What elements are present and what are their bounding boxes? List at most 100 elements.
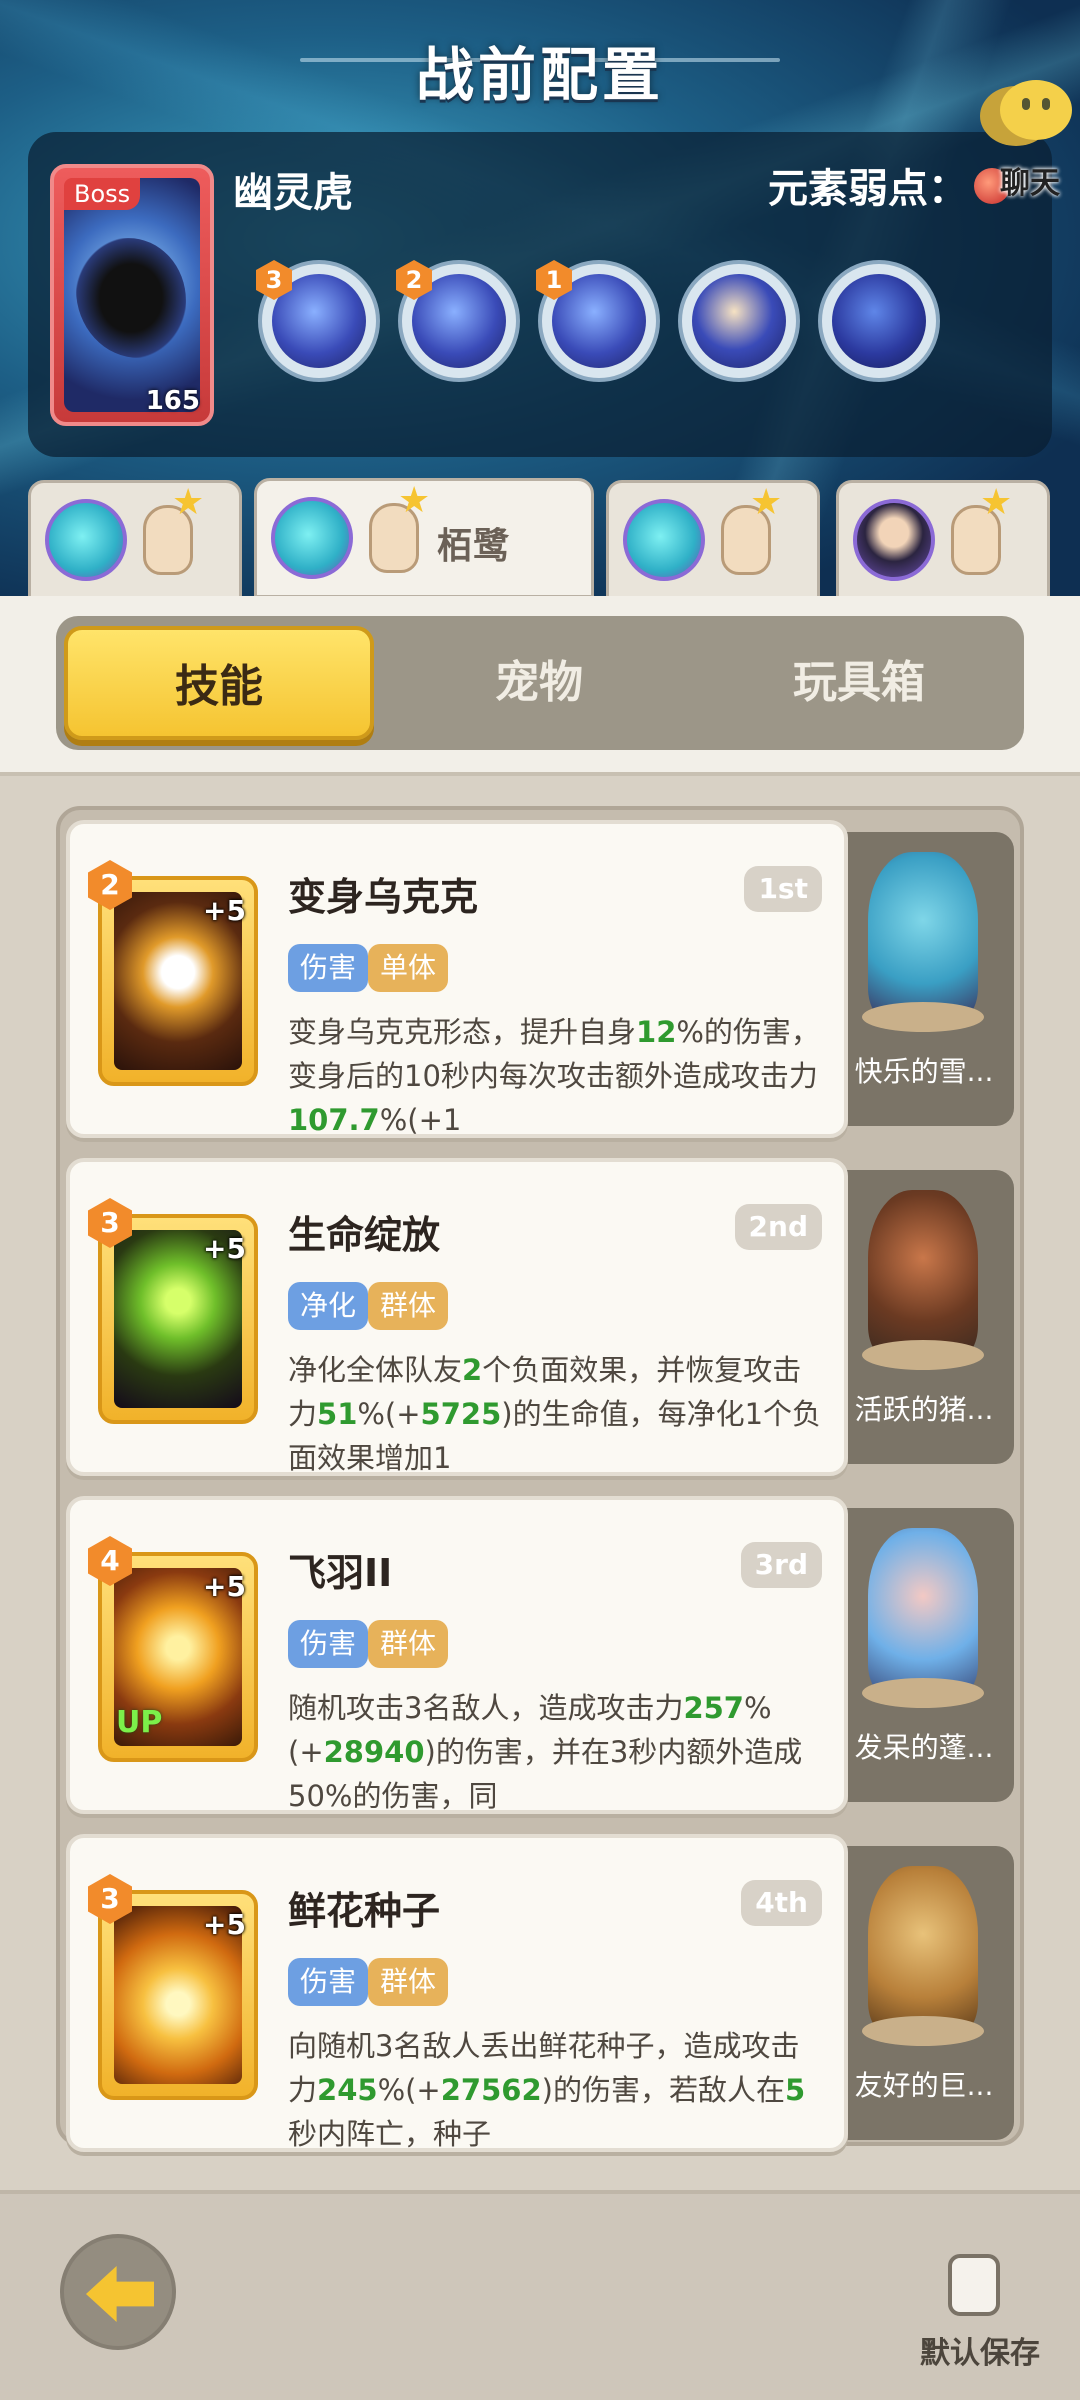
hero-tab-4[interactable]	[836, 480, 1050, 600]
skill-rank: 3rd	[740, 1542, 822, 1588]
boss-skill-5[interactable]	[818, 260, 940, 382]
chat-label: 聊天	[1000, 166, 1060, 201]
skill-plus: +5	[203, 1232, 246, 1265]
skill-card[interactable]: 4 +5 UP 飞羽II 3rd 伤害 群体 随机攻击3名敌人，造成攻击力257…	[66, 1496, 848, 1814]
tap-hint-icon	[721, 482, 782, 575]
skill-row: 快乐的雪... 2 +5 变身乌克克 1st 伤害 单体 变身乌克克形态，提升自…	[66, 820, 1018, 1142]
hero-avatar	[45, 499, 127, 581]
skill-icon-frame: 2 +5	[88, 860, 258, 1086]
skill-title: 鲜花种子	[288, 1889, 441, 1933]
skill-plus: +5	[203, 1570, 246, 1603]
desc-text: %(+1	[379, 1103, 462, 1137]
battle-scene-background: 战前配置 Boss 165 幽灵虎 元素弱点： 3 2 1 聊天 ★ ★ 栢鹭 …	[0, 0, 1080, 600]
desc-value: 5725	[420, 1397, 502, 1431]
desc-value: 51	[317, 1397, 358, 1431]
skill-tag: 群体	[368, 1958, 449, 2006]
boss-skill-4[interactable]	[678, 260, 800, 382]
skill-rank: 1st	[744, 866, 822, 912]
desc-value: 5	[784, 2073, 806, 2107]
pet-portrait	[862, 852, 984, 1032]
pet-name: 友好的巨...	[854, 2069, 994, 2102]
pet-slot[interactable]: 友好的巨...	[832, 1846, 1014, 2140]
tab-toybox[interactable]: 玩具箱	[704, 626, 1014, 740]
hero-avatar	[271, 497, 353, 579]
skill-card[interactable]: 2 +5 变身乌克克 1st 伤害 单体 变身乌克克形态，提升自身12%的伤害，…	[66, 820, 848, 1138]
chat-button[interactable]	[1000, 80, 1072, 140]
skill-tag: 群体	[368, 1282, 449, 1330]
boss-portrait-card[interactable]: Boss 165	[50, 164, 214, 426]
skill-tag: 伤害	[288, 1620, 369, 1668]
skill-description: 随机攻击3名敌人，造成攻击力257%(+28940)的伤害，并在3秒内额外造成5…	[288, 1686, 828, 1818]
skill-card[interactable]: 3 +5 鲜花种子 4th 伤害 群体 向随机3名敌人丢出鲜花种子，造成攻击力2…	[66, 1834, 848, 2152]
pet-name: 快乐的雪...	[854, 1055, 994, 1088]
back-button[interactable]	[60, 2234, 176, 2350]
pet-portrait	[862, 1190, 984, 1370]
desc-value: 28940	[323, 1735, 425, 1769]
category-tab-bar: 技能 宠物 玩具箱	[0, 596, 1080, 776]
page-title: 战前配置	[415, 41, 664, 109]
hero-name: 栢鹭	[437, 526, 510, 567]
desc-value: 107.7	[288, 1103, 380, 1137]
desc-value: 12	[636, 1015, 677, 1049]
boss-name: 幽灵虎	[233, 170, 353, 216]
boss-skill-2[interactable]: 2	[396, 260, 520, 382]
hero-avatar	[623, 499, 705, 581]
skill-row: 发呆的蓬... 4 +5 UP 飞羽II 3rd 伤害 群体 随机攻击3名敌人，…	[66, 1496, 1018, 1818]
back-arrow-icon	[86, 2266, 154, 2322]
skill-title: 变身乌克克	[288, 875, 479, 919]
hero-tab-3[interactable]	[606, 480, 820, 600]
tab-skills[interactable]: 技能	[64, 626, 374, 740]
desc-text: 变身乌克克形态，提升自身	[288, 1015, 637, 1049]
segmented-control: 技能 宠物 玩具箱	[56, 616, 1024, 750]
tap-hint-icon	[951, 482, 1012, 575]
boss-tag: Boss	[64, 178, 141, 210]
desc-text: 秒内阵亡，种子	[288, 2117, 492, 2151]
config-main-area: 技能 宠物 玩具箱 快乐的雪... 2 +5 变身乌克克 1st 伤害 单体 变…	[0, 596, 1080, 2190]
skill-description: 变身乌克克形态，提升自身12%的伤害，变身后的10秒内每次攻击额外造成攻击力10…	[288, 1010, 828, 1142]
skill-rank: 2nd	[734, 1204, 822, 1250]
skill-card[interactable]: 3 +5 生命绽放 2nd 净化 群体 净化全体队友2个负面效果，并恢复攻击力5…	[66, 1158, 848, 1476]
skill-icon-frame: 3 +5	[88, 1874, 258, 2100]
pet-name: 活跃的猪...	[854, 1393, 994, 1426]
bottom-bar: 默认保存	[0, 2190, 1080, 2400]
skill-plus: +5	[203, 1908, 246, 1941]
hero-tab-1[interactable]	[28, 480, 242, 600]
default-save-checkbox[interactable]	[948, 2254, 1000, 2316]
chat-mascot-eye	[1022, 98, 1030, 110]
tab-pets[interactable]: 宠物	[384, 626, 694, 740]
shadow-cat-icon	[832, 274, 926, 368]
default-save-label: 默认保存	[920, 2336, 1040, 2371]
tap-hint-icon	[143, 482, 204, 575]
pet-name: 发呆的蓬...	[854, 1731, 994, 1764]
pounce-icon	[692, 274, 786, 368]
desc-value: 257	[683, 1691, 744, 1725]
pet-slot[interactable]: 活跃的猪...	[832, 1170, 1014, 1464]
pet-portrait	[862, 1866, 984, 2046]
skill-tag: 伤害	[288, 944, 369, 992]
boss-skill-1[interactable]: 3	[256, 260, 380, 382]
skill-icon-frame: 3 +5	[88, 1198, 258, 1424]
desc-text: %(+	[357, 1397, 421, 1431]
hero-avatar	[853, 499, 935, 581]
boss-level: 165	[145, 386, 200, 416]
pet-slot[interactable]: 发呆的蓬...	[832, 1508, 1014, 1802]
desc-text: )的伤害，若敌人在	[541, 2073, 785, 2107]
hero-tab-2[interactable]: 栢鹭	[254, 478, 594, 598]
pet-slot[interactable]: 快乐的雪...	[832, 832, 1014, 1126]
desc-text: %(+	[377, 2073, 441, 2107]
boss-skill-3[interactable]: 1	[536, 260, 660, 382]
skill-tag: 单体	[368, 944, 449, 992]
pet-portrait	[862, 1528, 984, 1708]
desc-text: 净化全体队友	[288, 1353, 463, 1387]
boss-info-panel: Boss 165 幽灵虎 元素弱点： 3 2 1	[28, 132, 1052, 457]
skill-plus: +5	[203, 894, 246, 927]
skill-row: 活跃的猪... 3 +5 生命绽放 2nd 净化 群体 净化全体队友2个负面效果…	[66, 1158, 1018, 1480]
skill-description: 净化全体队友2个负面效果，并恢复攻击力51%(+5725)的生命值，每净化1个负…	[288, 1348, 828, 1480]
skill-list: 快乐的雪... 2 +5 变身乌克克 1st 伤害 单体 变身乌克克形态，提升自…	[56, 806, 1024, 2152]
skill-tag: 伤害	[288, 1958, 369, 2006]
desc-text: 随机攻击3名敌人，造成攻击力	[288, 1691, 684, 1725]
element-weakness-label: 元素弱点：	[768, 166, 968, 212]
desc-value: 2	[462, 1353, 483, 1387]
skill-tag: 净化	[288, 1282, 369, 1330]
tap-hint-icon	[369, 480, 430, 573]
